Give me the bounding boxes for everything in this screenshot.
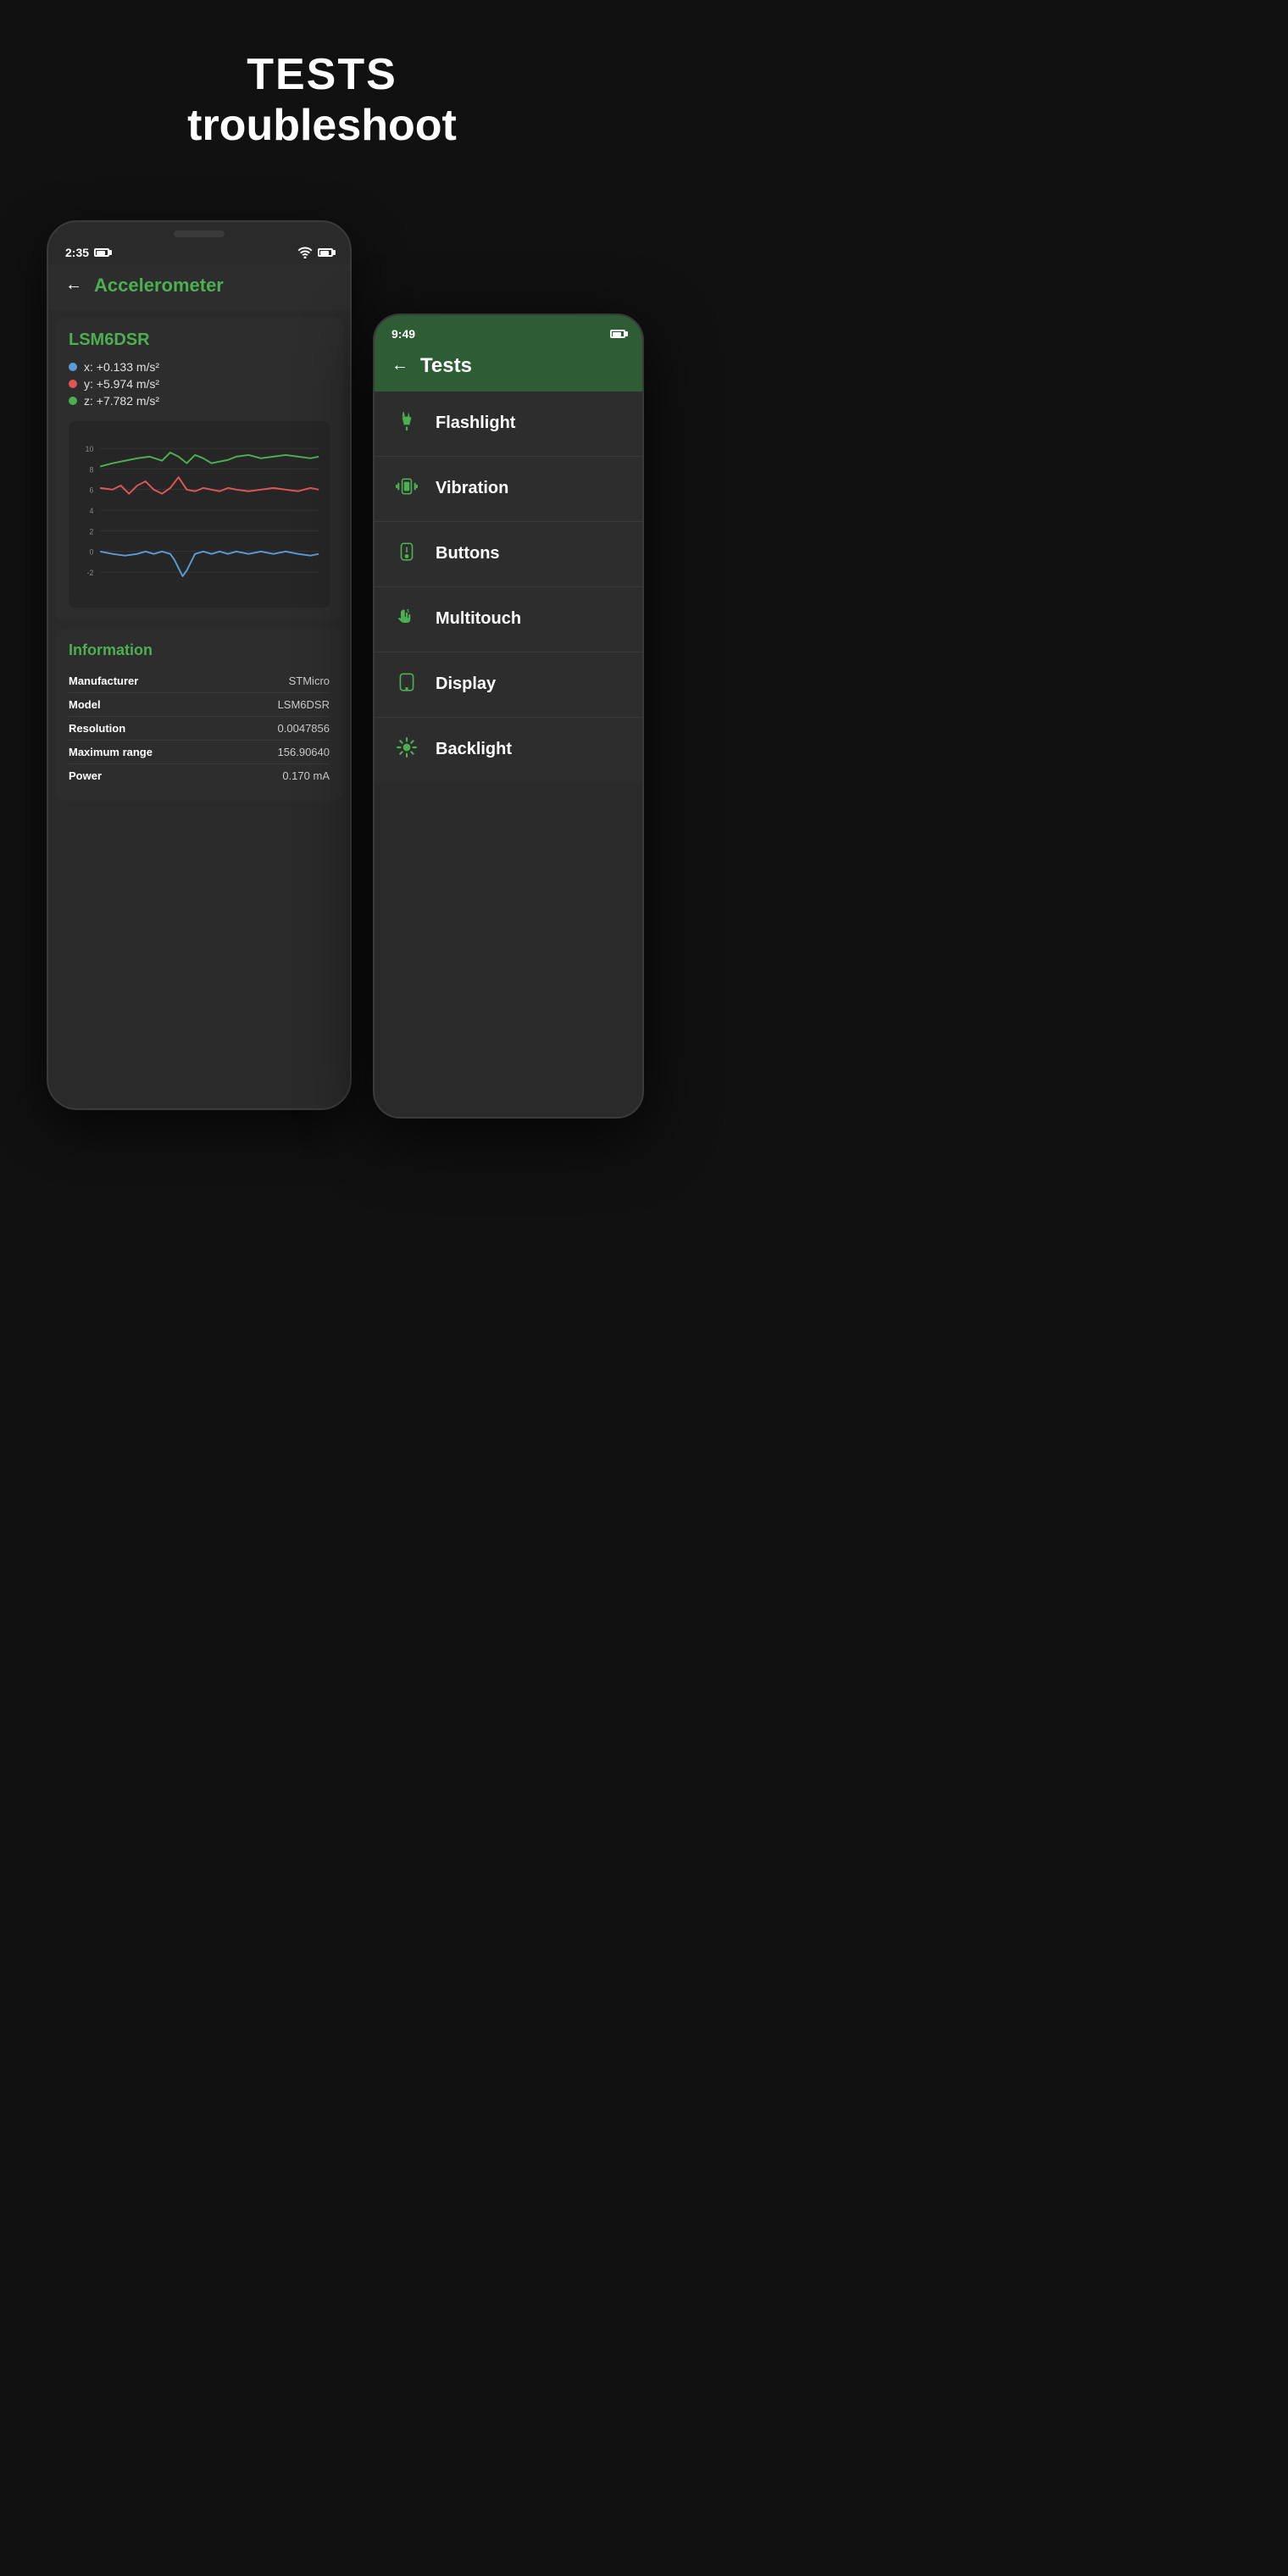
header-section: TESTS troubleshoot [0, 0, 644, 186]
info-label: Manufacturer [69, 675, 138, 687]
phones-area: 2:35 ← Accelerometer LSM6DSR x: +0.133 m… [0, 203, 644, 1220]
wifi-icon [297, 247, 313, 258]
info-label: Maximum range [69, 746, 153, 758]
info-value: STMicro [289, 675, 330, 687]
buttons-icon [395, 541, 419, 568]
accelerometer-chart: 10 8 6 4 2 0 -2 [69, 421, 330, 608]
info-label: Power [69, 769, 102, 782]
svg-text:-2: -2 [87, 569, 94, 577]
multitouch-label: Multitouch [436, 609, 521, 629]
accelerometer-title: Accelerometer [94, 275, 224, 297]
x-value: x: +0.133 m/s² [84, 360, 159, 374]
test-item-flashlight[interactable]: Flashlight [375, 391, 642, 457]
svg-text:10: 10 [86, 445, 94, 453]
sensor-values: x: +0.133 m/s² y: +5.974 m/s² z: +7.782 … [69, 360, 330, 408]
y-dot [69, 380, 77, 388]
flashlight-icon [395, 410, 419, 437]
info-row: Resolution 0.0047856 [69, 717, 330, 741]
phone-accelerometer: 2:35 ← Accelerometer LSM6DSR x: +0.133 m… [47, 220, 352, 1110]
backlight-icon [395, 736, 419, 763]
info-label: Model [69, 698, 101, 711]
flashlight-label: Flashlight [436, 414, 515, 433]
accelerometer-header: ← Accelerometer [48, 264, 350, 310]
sensor-name: LSM6DSR [69, 330, 330, 350]
multitouch-icon [395, 606, 419, 633]
svg-text:6: 6 [90, 486, 94, 494]
y-value-row: y: +5.974 m/s² [69, 377, 330, 391]
info-label: Resolution [69, 722, 125, 735]
buttons-label: Buttons [436, 544, 500, 564]
phone-notch [174, 230, 225, 237]
status-bar: 2:35 [48, 237, 350, 264]
info-value: 0.170 mA [282, 769, 330, 782]
test-item-display[interactable]: Display [375, 652, 642, 718]
tests-time: 9:49 [391, 327, 415, 341]
tests-status-bar: 9:49 [375, 315, 642, 347]
svg-text:4: 4 [90, 507, 94, 515]
z-dot [69, 397, 77, 405]
test-item-vibration[interactable]: Vibration [375, 457, 642, 522]
y-value: y: +5.974 m/s² [84, 377, 159, 391]
main-subtitle: troubleshoot [34, 99, 610, 152]
info-row: Maximum range 156.90640 [69, 741, 330, 764]
tests-title-bar: ← Tests [375, 347, 642, 391]
svg-text:8: 8 [90, 465, 94, 474]
sensor-card: LSM6DSR x: +0.133 m/s² y: +5.974 m/s² z:… [55, 317, 343, 621]
vibration-icon [395, 475, 419, 502]
vibration-label: Vibration [436, 479, 508, 498]
status-left: 2:35 [65, 246, 109, 259]
information-title: Information [69, 641, 330, 659]
tests-list: Flashlight Vibration Buttons Multitouch … [375, 391, 642, 782]
info-value: 156.90640 [278, 746, 330, 758]
info-value: LSM6DSR [278, 698, 330, 711]
svg-text:2: 2 [90, 527, 94, 536]
information-card: Information Manufacturer STMicro Model L… [55, 628, 343, 801]
tests-header: 9:49 ← Tests [375, 315, 642, 391]
battery-icon [94, 248, 109, 257]
main-title: TESTS [34, 51, 610, 99]
z-value-row: z: +7.782 m/s² [69, 394, 330, 408]
x-dot [69, 363, 77, 371]
status-time: 2:35 [65, 246, 89, 259]
info-rows: Manufacturer STMicro Model LSM6DSR Resol… [69, 669, 330, 787]
info-row: Power 0.170 mA [69, 764, 330, 787]
svg-text:0: 0 [90, 547, 94, 556]
tests-title: Tests [420, 354, 472, 378]
x-value-row: x: +0.133 m/s² [69, 360, 330, 374]
info-row: Manufacturer STMicro [69, 669, 330, 693]
display-label: Display [436, 675, 496, 694]
info-row: Model LSM6DSR [69, 693, 330, 717]
back-arrow-icon[interactable]: ← [65, 275, 82, 295]
tests-back-arrow[interactable]: ← [391, 356, 408, 375]
battery-icon-right [318, 248, 333, 257]
test-item-buttons[interactable]: Buttons [375, 522, 642, 587]
z-value: z: +7.782 m/s² [84, 394, 159, 408]
display-icon [395, 671, 419, 698]
backlight-label: Backlight [436, 740, 512, 759]
test-item-multitouch[interactable]: Multitouch [375, 587, 642, 652]
test-item-backlight[interactable]: Backlight [375, 718, 642, 782]
info-value: 0.0047856 [278, 722, 330, 735]
tests-battery [610, 330, 625, 338]
status-right [297, 247, 333, 258]
phone-tests: 9:49 ← Tests Flashlight Vibration Button… [373, 314, 644, 1119]
chart-svg: 10 8 6 4 2 0 -2 [75, 428, 323, 601]
